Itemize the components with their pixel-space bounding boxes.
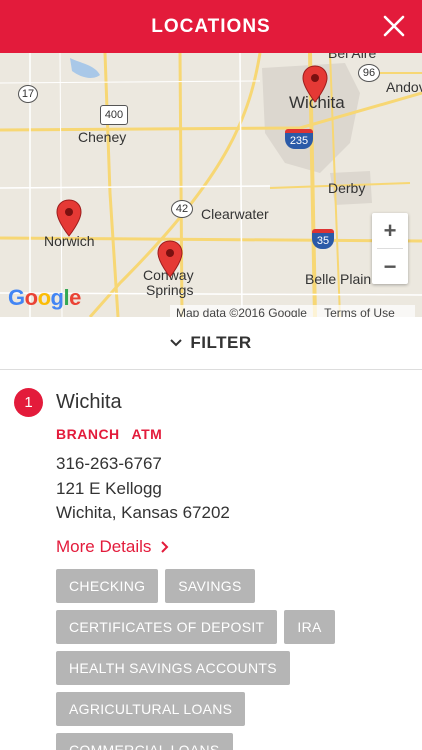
type-branch: BRANCH xyxy=(56,426,120,442)
map-label-andover: Andov xyxy=(386,79,422,95)
logo-letter: G xyxy=(8,285,25,310)
location-address-line1: 121 E Kellogg xyxy=(56,479,162,498)
tag-row: COMMERCIAL LOANS xyxy=(56,733,416,750)
zoom-out-button[interactable]: − xyxy=(372,249,408,284)
route-42-label: 42 xyxy=(175,203,189,215)
tag-health-savings-accounts[interactable]: HEALTH SAVINGS ACCOUNTS xyxy=(56,651,290,685)
location-address-line2: Wichita, Kansas 67202 xyxy=(56,503,230,522)
zoom-in-button[interactable]: + xyxy=(372,213,408,248)
logo-letter: o xyxy=(37,285,51,310)
location-phone[interactable]: 316-263-6767 xyxy=(56,454,162,474)
google-logo: Google xyxy=(8,285,81,311)
map-label-cheney: Cheney xyxy=(78,129,127,145)
tag-savings[interactable]: SAVINGS xyxy=(165,569,255,603)
page-title: LOCATIONS xyxy=(151,15,271,37)
map-pin-icon[interactable] xyxy=(56,199,82,237)
location-types: BRANCH ATM xyxy=(56,426,170,442)
location-name: Wichita xyxy=(56,391,122,413)
map-label-springs: Springs xyxy=(146,282,194,298)
more-details-link[interactable]: More Details xyxy=(56,537,169,557)
tag-checking[interactable]: CHECKING xyxy=(56,569,159,603)
tag-agricultural-loans[interactable]: AGRICULTURAL LOANS xyxy=(56,692,246,726)
route-400-label: 400 xyxy=(104,109,124,121)
interstate-35-label: 35 xyxy=(316,235,330,247)
location-number-badge: 1 xyxy=(14,388,43,417)
logo-letter: g xyxy=(50,285,64,310)
filter-label: FILTER xyxy=(190,333,252,352)
tag-row: AGRICULTURAL LOANS xyxy=(56,692,416,726)
header-bar: LOCATIONS xyxy=(0,0,422,53)
tag-row: HEALTH SAVINGS ACCOUNTS xyxy=(56,651,416,685)
tag-row: CHECKING SAVINGS xyxy=(56,569,416,603)
route-400-shield: 400 xyxy=(100,105,128,125)
service-tags: CHECKING SAVINGS CERTIFICATES OF DEPOSIT… xyxy=(56,569,416,750)
map-attribution: Map data ©2016 Google Terms of Use xyxy=(170,305,415,317)
tag-ira[interactable]: IRA xyxy=(284,610,335,644)
interstate-235-shield: 235 xyxy=(285,129,313,149)
chevron-right-icon xyxy=(161,541,169,553)
map-label-bel-aire: Bel Aire xyxy=(328,53,377,61)
close-button[interactable] xyxy=(380,12,408,40)
map-label-clearwater: Clearwater xyxy=(201,206,269,222)
type-atm: ATM xyxy=(131,426,163,442)
more-details-label: More Details xyxy=(56,537,152,556)
interstate-235-label: 235 xyxy=(289,135,309,147)
tag-row: CERTIFICATES OF DEPOSIT IRA xyxy=(56,610,416,644)
map-view[interactable]: Wichita Cheney Derby Clearwater Norwich … xyxy=(0,53,422,317)
logo-letter: e xyxy=(69,285,81,310)
chevron-down-icon xyxy=(170,339,183,347)
route-96-label: 96 xyxy=(362,67,376,79)
filter-button[interactable]: FILTER xyxy=(0,317,422,370)
map-label-derby: Derby xyxy=(328,180,366,196)
terms-of-use-link[interactable]: Terms of Use xyxy=(324,306,395,317)
close-icon xyxy=(383,15,405,37)
interstate-35-shield: 35 xyxy=(312,229,334,249)
tag-certificates-of-deposit[interactable]: CERTIFICATES OF DEPOSIT xyxy=(56,610,278,644)
map-pin-icon[interactable] xyxy=(157,240,183,278)
tag-commercial-loans[interactable]: COMMERCIAL LOANS xyxy=(56,733,233,750)
map-data-text: Map data ©2016 Google xyxy=(176,306,307,317)
map-pin-icon[interactable] xyxy=(302,65,328,103)
zoom-controls: + − xyxy=(372,213,408,284)
logo-letter: o xyxy=(24,285,38,310)
route-17-shield: 17 xyxy=(18,85,38,103)
route-42-shield: 42 xyxy=(171,200,193,218)
route-17-label: 17 xyxy=(21,88,35,100)
map-label-belle-plain: Belle Plain xyxy=(305,271,372,287)
route-96-shield: 96 xyxy=(358,64,380,82)
